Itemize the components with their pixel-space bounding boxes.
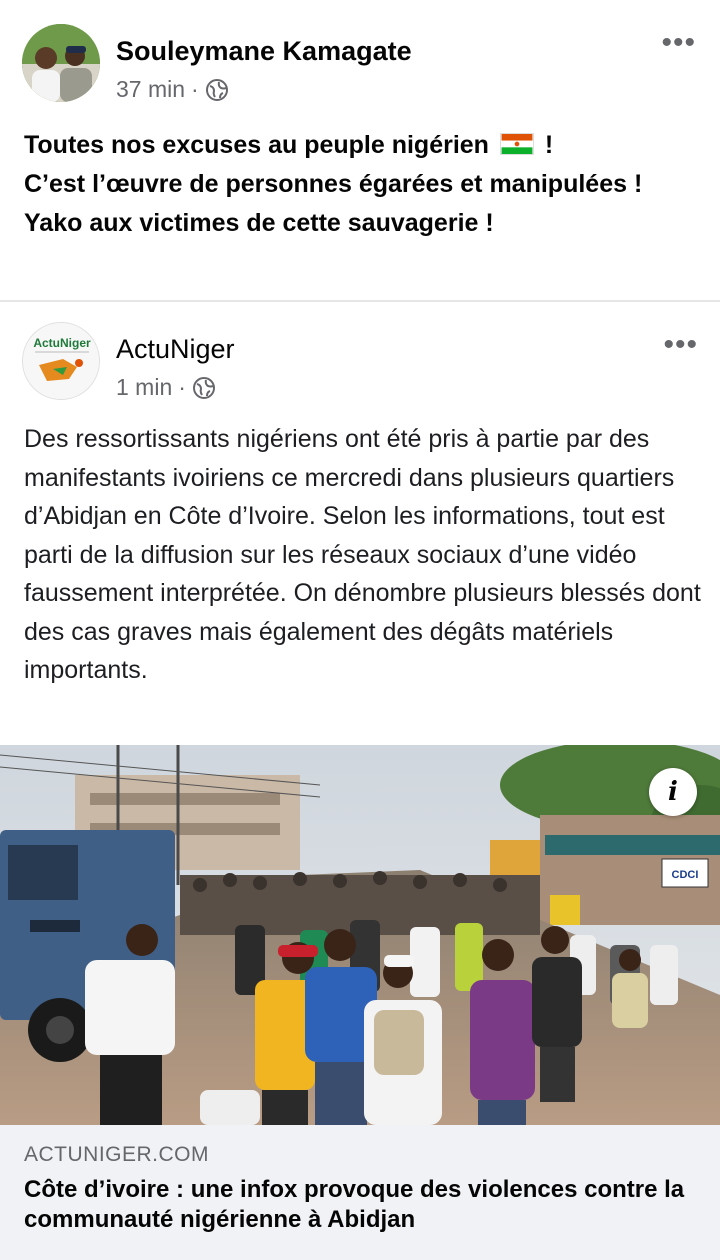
globe-icon (205, 78, 228, 101)
shared-post: ActuNiger ActuNiger 1 min · ••• Des ress… (0, 300, 720, 1260)
author-avatar[interactable] (22, 24, 100, 102)
link-domain: ACTUNIGER.COM (24, 1143, 209, 1166)
shared-meta-separator: · (178, 374, 186, 400)
shared-post-meta: 1 min · (116, 374, 216, 401)
post-line-1-text: Toutes nos excuses au peuple nigérien (24, 131, 489, 159)
avatar-photo (22, 24, 100, 102)
actuniger-logo-text: ActuNiger (33, 336, 91, 350)
more-options-icon[interactable]: ••• (661, 26, 696, 60)
link-preview-card[interactable]: ACTUNIGER.COM Côte d’ivoire : une infox … (0, 1125, 720, 1260)
post-text: Toutes nos excuses au peuple nigérien ! … (24, 126, 704, 243)
street-crowd-photo: CDCI (0, 745, 720, 1125)
actuniger-avatar[interactable]: ActuNiger (22, 322, 100, 400)
post-line-1: Toutes nos excuses au peuple nigérien ! (24, 126, 704, 165)
author-name[interactable]: Souleymane Kamagate (116, 36, 412, 67)
post-line-3: Yako aux victimes de cette sauvagerie ! (24, 209, 494, 237)
shared-post-time[interactable]: 1 min (116, 374, 172, 401)
niger-flag-icon (499, 133, 534, 155)
shared-more-options-icon[interactable]: ••• (663, 328, 698, 362)
post-meta: 37 min · (116, 76, 229, 103)
post-line-2: C’est l’œuvre de personnes égarées et ma… (24, 170, 643, 198)
post-time[interactable]: 37 min (116, 76, 185, 103)
post-line-1-end: ! (544, 131, 554, 159)
link-title[interactable]: Côte d’ivoire : une infox provoque des v… (24, 1175, 704, 1235)
shared-post-text: Des ressortissants nigériens ont été pri… (24, 425, 701, 684)
shared-author-name[interactable]: ActuNiger (116, 334, 235, 365)
photo-info-button[interactable]: i (649, 768, 697, 816)
actuniger-logo: ActuNiger (23, 323, 99, 399)
post-header: Souleymane Kamagate 37 min · ••• (0, 0, 720, 112)
shop-sign-text: CDCI (672, 869, 699, 881)
globe-icon (192, 376, 215, 399)
news-photo[interactable]: CDCI (0, 745, 720, 1125)
meta-separator: · (191, 76, 199, 102)
